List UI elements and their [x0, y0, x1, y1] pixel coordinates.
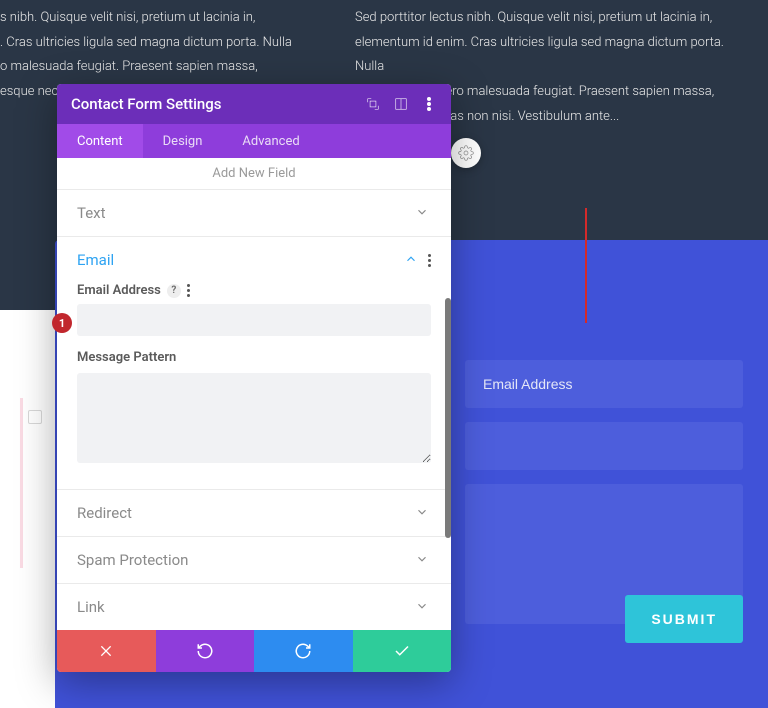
email-section-body: Email Address ? Message Pattern — [57, 283, 451, 489]
scrollbar-thumb[interactable] — [445, 298, 451, 538]
dock-icon[interactable] — [393, 96, 409, 112]
more-icon[interactable] — [421, 96, 437, 112]
help-icon[interactable]: ? — [167, 284, 181, 298]
message-pattern-input[interactable] — [77, 373, 431, 463]
section-link[interactable]: Link — [57, 583, 451, 630]
chevron-down-icon — [415, 205, 431, 221]
submit-button[interactable]: SUBMIT — [625, 595, 743, 643]
section-label-email: Email — [77, 251, 114, 269]
email-preview-input[interactable] — [465, 360, 743, 408]
checkbox[interactable] — [28, 410, 42, 424]
chevron-up-icon — [404, 252, 420, 268]
tab-advanced[interactable]: Advanced — [222, 124, 319, 158]
section-label-redirect: Redirect — [77, 504, 132, 522]
undo-button[interactable] — [156, 630, 255, 672]
expand-icon[interactable] — [365, 96, 381, 112]
email-address-input[interactable] — [77, 304, 431, 336]
section-redirect[interactable]: Redirect — [57, 489, 451, 536]
email-address-label-row: Email Address ? — [77, 283, 431, 298]
divider-line — [20, 398, 23, 568]
modal-body: Add New Field Text Email Email Address ?… — [57, 158, 451, 630]
section-spam[interactable]: Spam Protection — [57, 536, 451, 583]
modal-title: Contact Form Settings — [71, 95, 365, 113]
save-button[interactable] — [353, 630, 452, 672]
chevron-down-icon — [415, 599, 431, 615]
message-pattern-label: Message Pattern — [77, 350, 431, 365]
tab-content[interactable]: Content — [57, 124, 143, 158]
modal-footer — [57, 630, 451, 672]
section-text[interactable]: Text — [57, 189, 451, 236]
settings-floating-icon[interactable] — [451, 138, 481, 168]
annotation-arrow — [585, 208, 587, 323]
section-label-spam: Spam Protection — [77, 551, 188, 569]
cancel-button[interactable] — [57, 630, 156, 672]
email-address-label: Email Address — [77, 283, 161, 298]
redo-button[interactable] — [254, 630, 353, 672]
left-white-panel — [0, 310, 55, 708]
modal-header: Contact Form Settings — [57, 84, 451, 124]
modal-tabs: Content Design Advanced — [57, 124, 451, 158]
annotation-marker-1: 1 — [52, 313, 72, 333]
preview-input-2[interactable] — [465, 422, 743, 470]
section-label-link: Link — [77, 598, 105, 616]
chevron-down-icon — [415, 552, 431, 568]
add-new-field[interactable]: Add New Field — [57, 158, 451, 189]
section-email[interactable]: Email — [57, 236, 451, 283]
section-label-text: Text — [77, 204, 106, 222]
chevron-down-icon — [415, 505, 431, 521]
section-more-icon[interactable] — [428, 254, 431, 267]
field-more-icon[interactable] — [187, 284, 190, 297]
tab-design[interactable]: Design — [143, 124, 223, 158]
settings-modal: Contact Form Settings Content Design Adv… — [57, 84, 451, 672]
